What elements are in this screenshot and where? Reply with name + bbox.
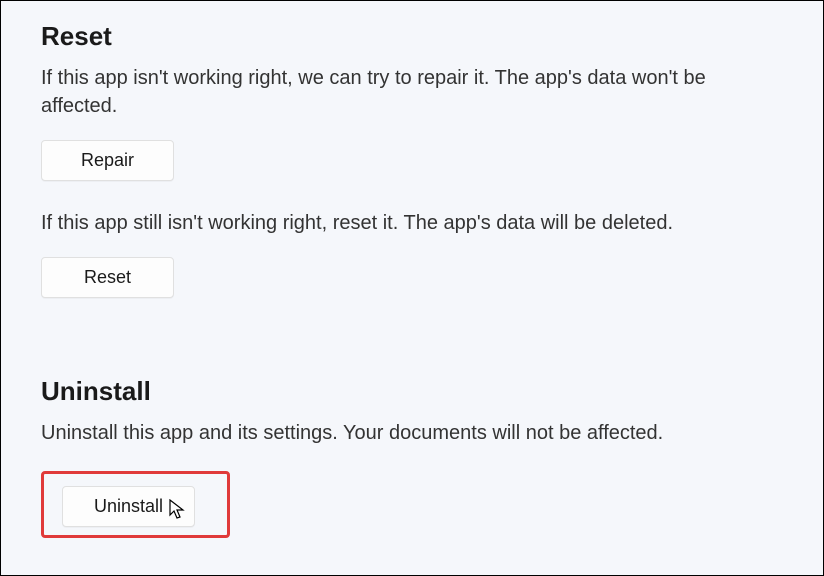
reset-button[interactable]: Reset: [41, 257, 174, 298]
uninstall-section: Uninstall Uninstall this app and its set…: [41, 376, 783, 538]
uninstall-highlight: Uninstall: [41, 471, 230, 538]
reset-title: Reset: [41, 21, 783, 52]
reset-description: If this app still isn't working right, r…: [41, 209, 741, 237]
repair-button[interactable]: Repair: [41, 140, 174, 181]
repair-description: If this app isn't working right, we can …: [41, 64, 741, 120]
uninstall-title: Uninstall: [41, 376, 783, 407]
uninstall-button[interactable]: Uninstall: [62, 486, 195, 527]
uninstall-description: Uninstall this app and its settings. You…: [41, 419, 741, 447]
reset-section: Reset If this app isn't working right, w…: [41, 21, 783, 326]
